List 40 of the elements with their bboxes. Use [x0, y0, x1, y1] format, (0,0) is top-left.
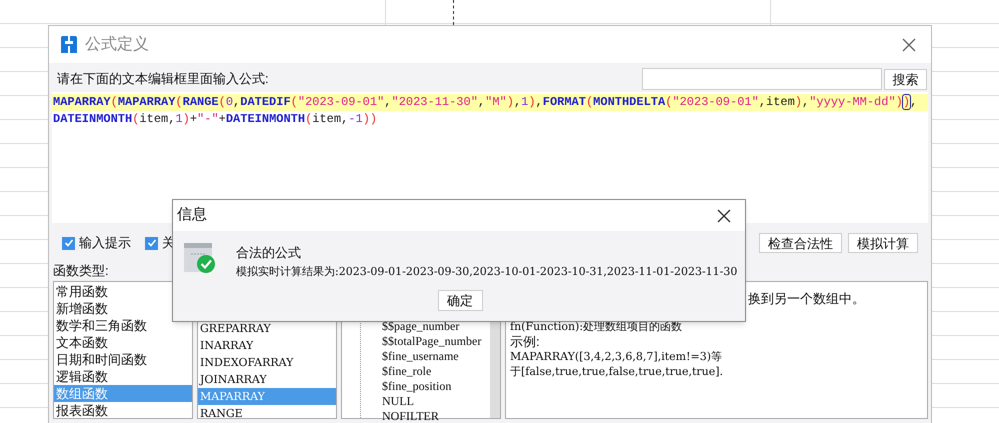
valid-check-icon	[184, 243, 216, 274]
list-item[interactable]: 数学和三角函数	[54, 317, 192, 334]
dialog-title: 信息	[177, 205, 207, 226]
list-item[interactable]: 报表函数	[54, 402, 192, 419]
tree-item[interactable]: NOFILTER	[382, 409, 439, 423]
result-text: 模拟实时计算结果为:2023-09-01-2023-09-30,2023-10-01-2023-10-31,2023-11-01-2023-11-30	[236, 264, 738, 280]
list-item[interactable]: RANGE	[198, 405, 336, 422]
list-item[interactable]: 日期和时间函数	[54, 351, 192, 368]
prompt-label: 请在下面的文本编辑框里面输入公式:	[57, 70, 269, 88]
simulate-button[interactable]: 模拟计算	[848, 233, 918, 253]
description-text: MAPARRAY([3,4,2,3,6,8,7],item!=3)等	[510, 349, 722, 364]
tree-item[interactable]: $$page_number	[382, 319, 460, 334]
list-item[interactable]: INDEXOFARRAY	[198, 354, 336, 371]
list-item[interactable]: INARRAY	[198, 337, 336, 354]
checkbox[interactable]	[62, 236, 75, 250]
list-item[interactable]: 逻辑函数	[54, 368, 192, 385]
check-button[interactable]: 检查合法性	[759, 233, 842, 253]
close-icon[interactable]	[902, 38, 916, 52]
description-text: 于[false,true,true,false,true,true,true].	[510, 364, 724, 379]
window-title: 公式定义	[85, 34, 149, 54]
checkbox-label: 输入提示	[79, 234, 131, 252]
message-heading: 合法的公式	[236, 244, 302, 262]
tree-item[interactable]: $$totalPage_number	[382, 334, 482, 349]
list-item[interactable]: 文本函数	[54, 334, 192, 351]
close-icon[interactable]	[717, 208, 731, 222]
list-item[interactable]: JOINARRAY	[198, 371, 336, 388]
description-text: 换到另一个数组中。	[748, 291, 865, 306]
section-label: 函数类型:	[53, 262, 109, 280]
tree-item[interactable]: NULL	[382, 394, 414, 409]
formula-line: DATEINMONTH(item,1)+"-"+DATEINMONTH(item,-1))	[52, 111, 378, 128]
tree-item[interactable]: $fine_username	[382, 349, 459, 364]
tree-item[interactable]: $fine_position	[382, 379, 452, 394]
checkbox[interactable]	[145, 236, 158, 250]
tree-item[interactable]: $fine_role	[382, 364, 432, 379]
list-item[interactable]: GREPARRAY	[198, 320, 336, 337]
app-logo-icon	[61, 36, 77, 53]
description-text: 示例:	[510, 334, 540, 349]
search-button[interactable]: 搜索	[884, 68, 927, 90]
search-field[interactable]	[642, 68, 882, 90]
ok-button[interactable]: 确定	[438, 290, 482, 311]
